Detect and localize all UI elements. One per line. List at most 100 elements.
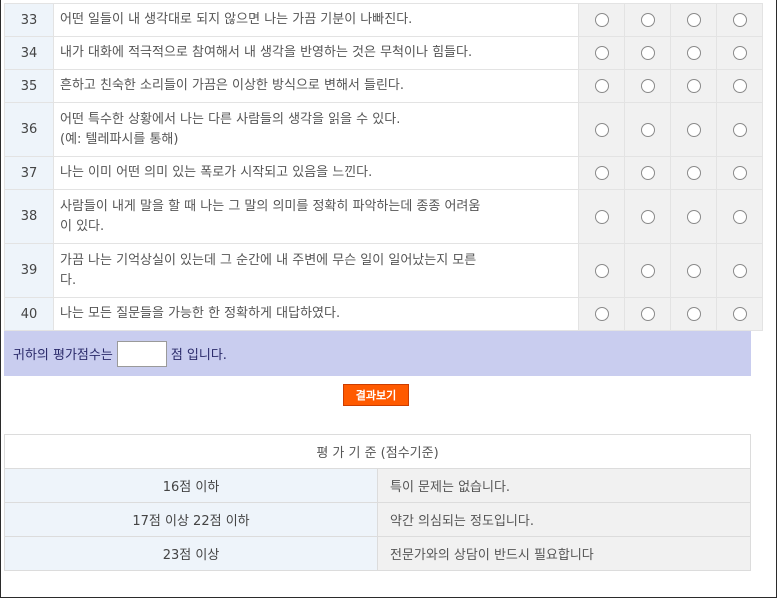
question-text-line: 어떤 일들이 내 생각대로 되지 않으면 나는 가끔 기분이 나빠진다. [60,12,413,27]
question-text: 나는 모든 질문들을 가능한 한 정확하게 대답하였다. [53,297,579,331]
question-text-line: 내가 대화에 적극적으로 참여해서 내 생각을 반영하는 것은 무척이나 힘들다… [60,45,473,60]
criteria-range: 23점 이상 [4,536,378,571]
criteria-title: 평 가 기 준 (점수기준) [4,434,751,469]
question-number: 39 [4,243,54,298]
score-prefix: 귀하의 평가점수는 [13,348,113,363]
radio-button[interactable] [686,122,701,137]
answer-option [578,243,625,298]
radio-button[interactable] [594,263,609,278]
radio-button[interactable] [686,166,701,180]
question-text-line: 사람들이 내게 말을 할 때 나는 그 말의 의미를 정확히 파악하는데 종종 … [60,198,481,214]
question-text: 사람들이 내게 말을 할 때 나는 그 말의 의미를 정확히 파악하는데 종종 … [53,189,579,244]
radio-button[interactable] [732,209,747,224]
criteria-table: 평 가 기 준 (점수기준) 16점 이하 특이 문제는 없습니다. 17점 이… [4,434,751,571]
radio-button[interactable] [594,13,609,27]
criteria-description: 전문가와의 상담이 반드시 필요합니다 [377,536,751,571]
radio-button[interactable] [640,13,655,27]
score-input[interactable] [116,340,167,367]
radio-button[interactable] [732,122,747,137]
question-row: 39 가끔 나는 기억상실이 있는데 그 순간에 내 주변에 무슨 일이 일어났… [4,243,763,298]
radio-button[interactable] [686,79,701,93]
radio-button[interactable] [594,79,609,93]
answer-option [624,69,671,103]
question-text-line: 나는 이미 어떤 의미 있는 폭로가 시작되고 있음을 느낀다. [60,165,373,180]
answer-option [578,189,625,244]
radio-button[interactable] [732,307,747,321]
radio-button[interactable] [594,166,609,180]
radio-button[interactable] [732,46,747,60]
question-text-line: 가끔 나는 기억상실이 있는데 그 순간에 내 주변에 무슨 일이 일어났는지 … [60,252,477,268]
answer-option [716,243,763,298]
radio-button[interactable] [732,166,747,180]
answer-option [716,102,763,157]
answer-option [670,189,717,244]
question-number: 37 [4,156,54,190]
answer-option [578,297,625,331]
radio-button[interactable] [686,13,701,27]
radio-button[interactable] [594,46,609,60]
question-text-line: 어떤 특수한 상황에서 나는 다른 사람들의 생각을 읽을 수 있다. [60,111,401,127]
question-row: 33 어떤 일들이 내 생각대로 되지 않으면 나는 가끔 기분이 나빠진다. [4,3,763,37]
question-row: 36 어떤 특수한 상황에서 나는 다른 사람들의 생각을 읽을 수 있다. (예… [4,102,763,157]
radio-button[interactable] [640,122,655,137]
question-text: 내가 대화에 적극적으로 참여해서 내 생각을 반영하는 것은 무척이나 힘들다… [53,36,579,70]
question-number: 38 [4,189,54,244]
radio-button[interactable] [732,79,747,93]
radio-button[interactable] [640,46,655,60]
radio-button[interactable] [686,307,701,321]
question-row: 34 내가 대화에 적극적으로 참여해서 내 생각을 반영하는 것은 무척이나 … [4,36,763,70]
radio-button[interactable] [640,79,655,93]
criteria-row: 17점 이상 22점 이하 약간 의심되는 정도입니다. [4,502,751,537]
question-row: 38 사람들이 내게 말을 할 때 나는 그 말의 의미를 정확히 파악하는데 … [4,189,763,244]
radio-button[interactable] [594,307,609,321]
radio-button[interactable] [686,209,701,224]
answer-option [716,297,763,331]
answer-option [716,3,763,37]
question-number: 36 [4,102,54,157]
answer-option [578,102,625,157]
answer-option [578,69,625,103]
answer-option [624,297,671,331]
answer-option [670,243,717,298]
score-bar: 귀하의 평가점수는 점 입니다. [4,331,751,376]
question-number: 34 [4,36,54,70]
question-number: 40 [4,297,54,331]
answer-option [578,3,625,37]
radio-button[interactable] [640,307,655,321]
answer-option [624,102,671,157]
criteria-range: 16점 이하 [4,468,378,503]
criteria-description: 약간 의심되는 정도입니다. [377,502,751,537]
radio-button[interactable] [640,166,655,180]
question-text: 어떤 일들이 내 생각대로 되지 않으면 나는 가끔 기분이 나빠진다. [53,3,579,37]
answer-option [624,243,671,298]
radio-button[interactable] [594,122,609,137]
radio-button[interactable] [686,263,701,278]
answer-option [624,36,671,70]
view-result-button[interactable]: 결과보기 [343,384,409,406]
answer-option [716,189,763,244]
criteria-row: 23점 이상 전문가와의 상담이 반드시 필요합니다 [4,536,751,571]
radio-button[interactable] [732,263,747,278]
page-frame: 33 어떤 일들이 내 생각대로 되지 않으면 나는 가끔 기분이 나빠진다. … [0,0,777,598]
answer-option [578,36,625,70]
question-text-line: 이 있다. [60,218,105,234]
radio-button[interactable] [640,209,655,224]
question-text: 어떤 특수한 상황에서 나는 다른 사람들의 생각을 읽을 수 있다. (예: 텔… [53,102,579,157]
question-text-line: 나는 모든 질문들을 가능한 한 정확하게 대답하였다. [60,306,341,321]
answer-option [670,102,717,157]
radio-button[interactable] [686,46,701,60]
question-row: 35 흔하고 친숙한 소리들이 가끔은 이상한 방식으로 변해서 들린다. [4,69,763,103]
answer-option [578,156,625,190]
radio-button[interactable] [640,263,655,278]
answer-option [716,36,763,70]
question-text-line: 흔하고 친숙한 소리들이 가끔은 이상한 방식으로 변해서 들린다. [60,78,405,93]
radio-button[interactable] [732,13,747,27]
answer-option [716,69,763,103]
answer-option [624,189,671,244]
question-text-line: 다. [60,272,77,288]
question-text: 흔하고 친숙한 소리들이 가끔은 이상한 방식으로 변해서 들린다. [53,69,579,103]
criteria-range: 17점 이상 22점 이하 [4,502,378,537]
radio-button[interactable] [594,209,609,224]
question-text: 나는 이미 어떤 의미 있는 폭로가 시작되고 있음을 느낀다. [53,156,579,190]
answer-option [670,297,717,331]
